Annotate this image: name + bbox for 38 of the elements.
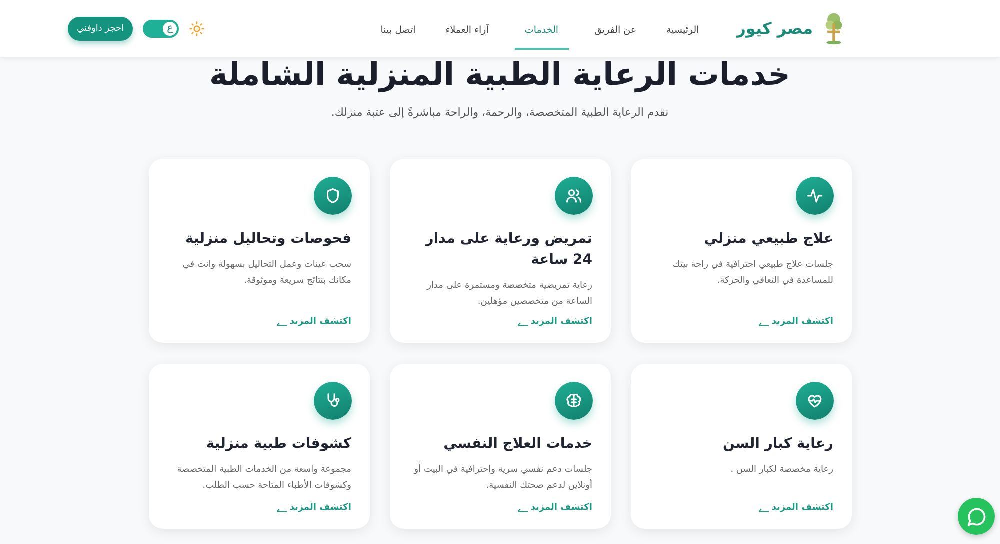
nav-link[interactable]: عن الفريق	[590, 7, 641, 50]
card-title: تمريض ورعاية على مدار 24 ساعة	[424, 230, 592, 270]
page-heading: خدمات الرعاية الطبية المنزلية الشاملة	[210, 60, 790, 91]
brand-name[interactable]: مصر كيور	[736, 19, 813, 38]
card-title: كشوفات طبية منزلية	[206, 435, 352, 454]
heart-pulse-icon	[796, 382, 834, 420]
card-description: جلسات دعم نفسي سرية واحترافية في البيت أو أونلاين لدعم صحتك النفسية.	[412, 463, 592, 493]
card-description: رعاية تمريضية متخصصة ومستمرة على مدار الساعة من متخصصين مؤهلين.	[426, 280, 592, 309]
learn-more-link[interactable]: اكتشف المزيد	[772, 503, 834, 513]
stethoscope-icon	[314, 382, 352, 420]
pulse-icon	[796, 177, 834, 215]
shield-icon	[314, 177, 352, 215]
card-title: فحوصات وتحاليل منزلية	[186, 230, 352, 249]
card-description: مجموعة واسعة من الخدمات الطبية المتخصصة وكشوفات الأطباء المتاحة حسب الطلب.	[176, 464, 352, 493]
learn-more-link[interactable]: اكتشف المزيد	[290, 317, 352, 327]
card-title: خدمات العلاج النفسي	[444, 435, 592, 454]
brain-icon	[554, 382, 592, 420]
language-toggle[interactable]: ع	[143, 20, 180, 38]
page-subtitle: نقدم الرعاية الطبية المتخصصة، والرحمة، والراحة مباشرةً إلى عتبة منزلك.	[331, 106, 669, 119]
nav-link[interactable]: اتصل بينا	[376, 7, 420, 50]
card-description: رعاية مخصصة لكبار السن .	[730, 464, 834, 477]
learn-more-link[interactable]: اكتشف المزيد	[530, 317, 592, 327]
card-description: سحب عينات وعمل التحاليل بسهولة وانت في مكانك بنتائج سريعة وموثوقة.	[182, 259, 352, 288]
book-button[interactable]: احجز داوفني	[68, 16, 134, 40]
nav-link[interactable]: الخدمات	[514, 7, 568, 50]
sun-icon[interactable]	[189, 20, 206, 36]
card-title: رعاية كبار السن	[723, 435, 834, 454]
chat-button[interactable]	[958, 498, 995, 535]
people-icon	[554, 177, 592, 215]
learn-more-link[interactable]: اكتشف المزيد	[290, 503, 352, 513]
chat-bubble-icon	[966, 506, 988, 528]
learn-more-link[interactable]: اكتشف المزيد	[772, 317, 834, 327]
card-title: علاج طبيعي منزلي	[704, 230, 834, 249]
nav-link[interactable]: آراء العملاء	[442, 7, 493, 50]
card-description: جلسات علاج طبيعي احترافية في راحة بيتك للمساعدة في التعافي والحركة.	[672, 259, 834, 288]
tree-logo-icon[interactable]	[823, 12, 845, 46]
learn-more-link[interactable]: اكتشف المزيد	[530, 503, 592, 513]
nav-link[interactable]: الرئيسية	[662, 7, 704, 50]
